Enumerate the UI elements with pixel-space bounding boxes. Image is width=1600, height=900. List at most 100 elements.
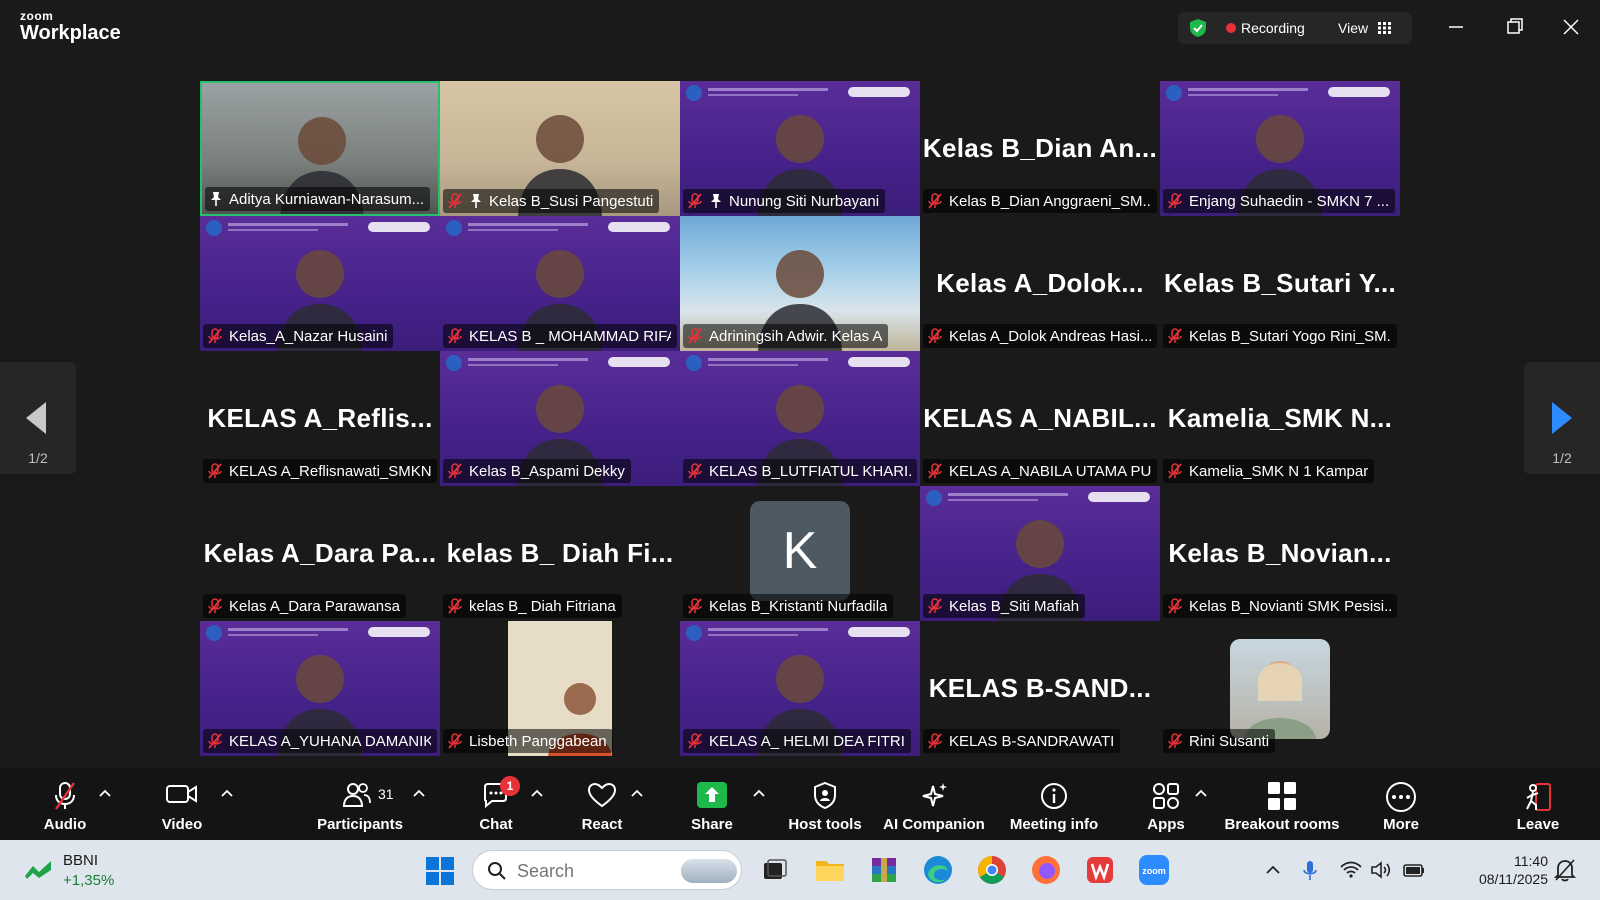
participant-tile[interactable]: Aditya Kurniawan-Narasum... [200, 81, 440, 216]
share-options-chevron-icon[interactable] [752, 788, 766, 798]
apps-options-chevron-icon[interactable] [1194, 788, 1208, 798]
file-explorer-icon[interactable] [812, 852, 848, 888]
search-input[interactable] [517, 859, 637, 883]
microphone-muted-icon [448, 463, 462, 479]
restore-icon[interactable] [1494, 10, 1534, 44]
participant-tile[interactable]: KELAS A_Reflis... KELAS A_Reflisnawati_SM… [200, 351, 440, 486]
view-button[interactable]: View [1338, 12, 1408, 44]
participant-name-bar: KELAS B_LUTFIATUL KHARI... [683, 459, 917, 483]
stock-change: +1,35% [63, 872, 115, 889]
participant-name: Adriningsih Adwir. Kelas A [709, 327, 883, 345]
participant-tile[interactable]: Kamelia_SMK N... Kamelia_SMK N 1 Kampar [1160, 351, 1400, 486]
participant-tile[interactable]: Kelas B_Susi Pangestuti [440, 81, 680, 216]
chrome-browser-icon[interactable] [974, 852, 1010, 888]
react-button[interactable]: React [576, 768, 628, 840]
apps-button[interactable]: Apps [1140, 768, 1192, 840]
participant-display-name: kelas B_ Diah Fi... [446, 538, 674, 568]
participant-name-bar: Kamelia_SMK N 1 Kampar [1163, 459, 1375, 483]
zoom-app-icon[interactable]: zoom [1136, 852, 1172, 888]
stock-chart-icon[interactable] [24, 858, 54, 880]
participant-tile[interactable]: Kelas B_Sutari Y... Kelas B_Sutari Yogo R… [1160, 216, 1400, 351]
audio-options-chevron-icon[interactable] [98, 788, 112, 798]
participant-tile[interactable]: KELAS A_ HELMI DEA FITRI [680, 621, 920, 756]
chat-options-chevron-icon[interactable] [530, 788, 544, 798]
ai-companion-button[interactable]: AI Companion [880, 768, 988, 840]
show-hidden-icons-chevron-icon[interactable] [1264, 860, 1282, 880]
participant-tile[interactable]: Kelas A_Dolok... Kelas A_Dolok Andreas Ha… [920, 216, 1160, 351]
notification-bell-icon[interactable] [1554, 858, 1576, 882]
wps-office-icon[interactable] [1082, 852, 1118, 888]
participants-button[interactable]: 31 Participants [312, 768, 408, 840]
participant-tile[interactable]: Kelas B_Dian An... Kelas B_Dian Anggraeni… [920, 81, 1160, 216]
audio-button[interactable]: Audio [36, 768, 94, 840]
shield-icon [814, 781, 836, 810]
wifi-icon[interactable] [1340, 860, 1362, 880]
leave-button[interactable]: Leave [1510, 768, 1566, 840]
more-button[interactable]: More [1370, 768, 1432, 840]
microphone-muted-icon [928, 598, 942, 614]
participant-tile[interactable]: kelas B_ Diah Fi... kelas B_ Diah Fitrian… [440, 486, 680, 621]
participant-tile[interactable]: KELAS A_NABIL... KELAS A_NABILA UTAMA PU.… [920, 351, 1160, 486]
participant-tile[interactable]: Rini Susanti [1160, 621, 1400, 756]
arrow-right-icon [1552, 402, 1572, 434]
participants-options-chevron-icon[interactable] [412, 788, 426, 798]
participant-name: Nunung Siti Nurbayani [729, 192, 880, 210]
participant-name-bar: Nunung Siti Nurbayani [683, 189, 886, 213]
participant-name-bar: KELAS A_ HELMI DEA FITRI [683, 729, 911, 753]
participant-tile[interactable]: Kelas_A_Nazar Husaini [200, 216, 440, 351]
search-icon [488, 862, 506, 880]
participant-name-bar: kelas B_ Diah Fitriana [443, 594, 622, 618]
share-button[interactable]: Share [684, 768, 740, 840]
participant-tile[interactable]: Nunung Siti Nurbayani [680, 81, 920, 216]
microphone-in-use-icon[interactable] [1302, 860, 1318, 882]
microphone-muted-icon [928, 193, 942, 209]
minimize-icon[interactable] [1436, 10, 1476, 44]
participant-tile[interactable]: Lisbeth Panggabean [440, 621, 680, 756]
recording-label[interactable]: Recording [1241, 20, 1305, 36]
participant-tile[interactable]: K Kelas B_Kristanti Nurfadila [680, 486, 920, 621]
system-clock[interactable]: 11:40 08/11/2025 [1460, 852, 1548, 888]
video-button[interactable]: Video [152, 768, 212, 840]
battery-icon[interactable] [1402, 860, 1426, 880]
next-page-button[interactable]: 1/2 [1524, 362, 1600, 474]
stock-name[interactable]: BBNI [63, 852, 98, 869]
host-tools-button[interactable]: Host tools [785, 768, 865, 840]
meeting-info-button[interactable]: Meeting info [1000, 768, 1108, 840]
participant-tile[interactable]: Adriningsih Adwir. Kelas A [680, 216, 920, 351]
participant-tile[interactable]: KELAS A_YUHANA DAMANIK [200, 621, 440, 756]
react-options-chevron-icon[interactable] [630, 788, 644, 798]
taskbar-search[interactable] [472, 850, 742, 890]
participant-tile[interactable]: Kelas B_Aspami Dekky [440, 351, 680, 486]
windows-start-icon[interactable] [425, 856, 455, 886]
breakout-rooms-button[interactable]: Breakout rooms [1222, 768, 1342, 840]
leave-door-icon [1526, 783, 1551, 811]
participant-name-bar: Rini Susanti [1163, 729, 1276, 753]
participant-tile[interactable]: Enjang Suhaedin - SMKN 7 ... [1160, 81, 1400, 216]
microphone-muted-icon [208, 463, 222, 479]
winrar-icon[interactable] [866, 852, 902, 888]
video-options-chevron-icon[interactable] [220, 788, 234, 798]
participant-name: Kelas B_Susi Pangestuti [489, 192, 654, 210]
participant-name-bar: KELAS B _ MOHAMMAD RIFAI [443, 324, 677, 348]
participant-name: Aditya Kurniawan-Narasum... [229, 190, 425, 208]
participant-tile[interactable]: KELAS B-SAND... KELAS B-SANDRAWATI [920, 621, 1160, 756]
participant-tile[interactable]: KELAS B _ MOHAMMAD RIFAI [440, 216, 680, 351]
microphone-muted-icon [1168, 463, 1182, 479]
participant-tile[interactable]: KELAS B_LUTFIATUL KHARI... [680, 351, 920, 486]
participant-tile[interactable]: Kelas B_Siti Mafiah [920, 486, 1160, 621]
page-indicator-left: 1/2 [28, 450, 48, 466]
pin-icon [211, 192, 221, 206]
previous-page-button[interactable]: 1/2 [0, 362, 76, 474]
volume-icon[interactable] [1370, 860, 1392, 880]
security-shield-icon[interactable] [1188, 18, 1208, 38]
firefox-browser-icon[interactable] [1028, 852, 1064, 888]
edge-browser-icon[interactable] [920, 852, 956, 888]
task-view-icon[interactable] [756, 852, 792, 888]
participant-tile[interactable]: Kelas A_Dara Pa... Kelas A_Dara Parawansa [200, 486, 440, 621]
chat-button[interactable]: 1 Chat [470, 768, 522, 840]
microphone-muted-icon [448, 328, 462, 344]
participant-tile[interactable]: Kelas B_Novian... Kelas B_Novianti SMK Pe… [1160, 486, 1400, 621]
apps-icon [1153, 783, 1179, 809]
participant-name-bar: Kelas B_Kristanti Nurfadila [683, 594, 894, 618]
close-icon[interactable] [1551, 10, 1591, 44]
